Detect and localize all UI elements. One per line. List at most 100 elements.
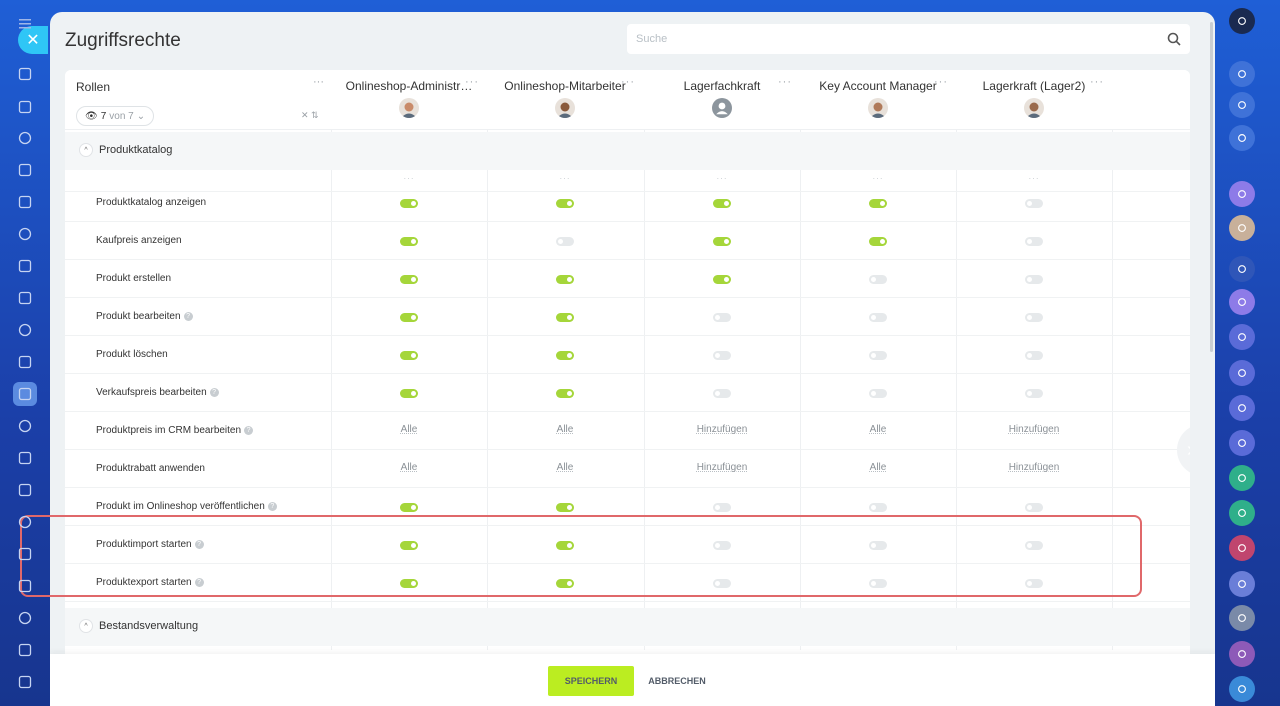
permission-toggle[interactable] [869, 389, 887, 398]
permission-value-selector[interactable]: Alle [487, 462, 643, 473]
scrollbar[interactable] [1210, 22, 1213, 352]
permission-toggle[interactable] [869, 275, 887, 284]
permission-toggle[interactable] [400, 351, 418, 360]
roles-menu-icon[interactable]: ··· [313, 76, 324, 88]
role-menu-icon[interactable]: ··· [1090, 76, 1104, 88]
settings-icon[interactable] [13, 670, 37, 694]
lock-icon-2[interactable] [1229, 500, 1255, 526]
permission-toggle[interactable] [1025, 313, 1043, 322]
permission-toggle[interactable] [1025, 503, 1043, 512]
copilot-icon-3[interactable] [1229, 360, 1255, 386]
permission-toggle[interactable] [869, 351, 887, 360]
user-s-icon[interactable] [13, 606, 37, 630]
permission-toggle[interactable] [400, 275, 418, 284]
save-button[interactable]: SPEICHERN [548, 666, 634, 696]
chevron-up-icon[interactable]: ^ [79, 143, 93, 157]
permission-toggle[interactable] [869, 503, 887, 512]
permission-toggle[interactable] [556, 237, 574, 246]
cart-icon[interactable] [13, 350, 37, 374]
column-actions-icon[interactable]: ··· [644, 174, 800, 183]
help-icon[interactable]: ? [183, 311, 193, 321]
permission-value-selector[interactable]: Alle [331, 424, 487, 435]
permission-value-selector[interactable]: Hinzufügen [644, 424, 800, 435]
permission-toggle[interactable] [713, 199, 731, 208]
permission-toggle[interactable] [869, 313, 887, 322]
robot-avatar-icon[interactable] [1229, 605, 1255, 631]
chevron-up-icon[interactable]: ^ [79, 619, 93, 633]
permission-toggle[interactable] [556, 199, 574, 208]
search-input[interactable] [627, 24, 1147, 54]
role-header[interactable]: Vertrieb [1112, 70, 1190, 130]
home-icon[interactable] [13, 62, 37, 86]
target-icon[interactable] [13, 574, 37, 598]
permission-toggle[interactable] [556, 313, 574, 322]
group-icon[interactable] [1229, 256, 1255, 282]
role-menu-icon[interactable]: ··· [934, 76, 948, 88]
marketplace-icon[interactable] [13, 638, 37, 662]
copilot-icon-4[interactable] [1229, 395, 1255, 421]
user-avatar-icon[interactable] [1229, 215, 1255, 241]
profile-avatar-icon[interactable] [1229, 8, 1255, 34]
edit-doc-icon[interactable] [13, 414, 37, 438]
role-header[interactable]: Key Account Manager ··· [800, 70, 956, 130]
chat-search-icon[interactable] [1229, 125, 1255, 151]
app-icon[interactable] [1229, 181, 1255, 207]
permission-toggle[interactable] [713, 237, 731, 246]
permission-toggle[interactable] [713, 275, 731, 284]
copilot-icon-2[interactable] [1229, 324, 1255, 350]
help-icon[interactable]: ? [244, 425, 254, 435]
permission-toggle[interactable] [400, 503, 418, 512]
reports-icon[interactable] [13, 318, 37, 342]
help-icon[interactable]: ? [209, 387, 219, 397]
contacts-icon[interactable] [13, 190, 37, 214]
permission-toggle[interactable] [556, 389, 574, 398]
permission-toggle[interactable] [1025, 199, 1043, 208]
permission-toggle[interactable] [713, 503, 731, 512]
bell-icon[interactable] [1229, 61, 1255, 87]
column-actions-icon[interactable]: ··· [331, 174, 487, 183]
search-box[interactable] [627, 24, 1190, 54]
permission-toggle[interactable] [713, 351, 731, 360]
cancel-button[interactable]: ABBRECHEN [644, 666, 710, 696]
documents-icon[interactable] [13, 222, 37, 246]
permission-value-selector[interactable]: Hinzufügen [956, 462, 1112, 473]
lock-icon-4[interactable] [1229, 641, 1255, 667]
permission-value-selector[interactable]: Hinzufügen [956, 424, 1112, 435]
section-header[interactable]: ^ Produktkatalog [65, 132, 1190, 170]
section-header[interactable]: ^ Bestandsverwaltung [65, 608, 1190, 646]
permission-toggle[interactable] [556, 275, 574, 284]
copilot-icon[interactable] [1229, 92, 1255, 118]
permission-toggle[interactable] [556, 503, 574, 512]
search-icon[interactable] [1166, 31, 1182, 47]
permission-toggle[interactable] [713, 389, 731, 398]
permission-toggle[interactable] [1025, 389, 1043, 398]
permission-value-selector[interactable]: Alle [800, 424, 956, 435]
role-header[interactable]: Lagerfachkraft ··· [644, 70, 800, 130]
bot-icon[interactable] [13, 95, 37, 119]
permission-toggle[interactable] [400, 313, 418, 322]
store-icon[interactable] [13, 254, 37, 278]
permission-value-selector[interactable]: Hinzufügen [644, 462, 800, 473]
permission-value-selector[interactable]: Alle [800, 462, 956, 473]
permission-toggle[interactable] [556, 351, 574, 360]
robot-icon[interactable] [13, 542, 37, 566]
permission-value-selector[interactable]: Alle [331, 462, 487, 473]
task-icon[interactable] [1229, 571, 1255, 597]
permission-toggle[interactable] [1025, 351, 1043, 360]
lock-icon-3[interactable] [1229, 535, 1255, 561]
permission-toggle[interactable] [1025, 237, 1043, 246]
roles-visibility-selector[interactable]: 👁︎ 7 von 7 ⌄ [76, 106, 155, 126]
lock-icon[interactable] [1229, 465, 1255, 491]
permission-toggle[interactable] [869, 237, 887, 246]
role-menu-icon[interactable]: ··· [778, 76, 792, 88]
column-actions-icon[interactable]: ··· [487, 174, 643, 183]
help-icon[interactable]: ? [267, 501, 277, 511]
menu-icon[interactable] [13, 12, 37, 36]
tasks-icon[interactable] [13, 158, 37, 182]
copilot-icon-5[interactable] [1229, 430, 1255, 456]
permission-toggle[interactable] [1025, 275, 1043, 284]
permission-toggle[interactable] [400, 237, 418, 246]
permission-toggle[interactable] [869, 199, 887, 208]
permission-toggle[interactable] [400, 389, 418, 398]
column-actions-icon[interactable]: ··· [956, 174, 1112, 183]
